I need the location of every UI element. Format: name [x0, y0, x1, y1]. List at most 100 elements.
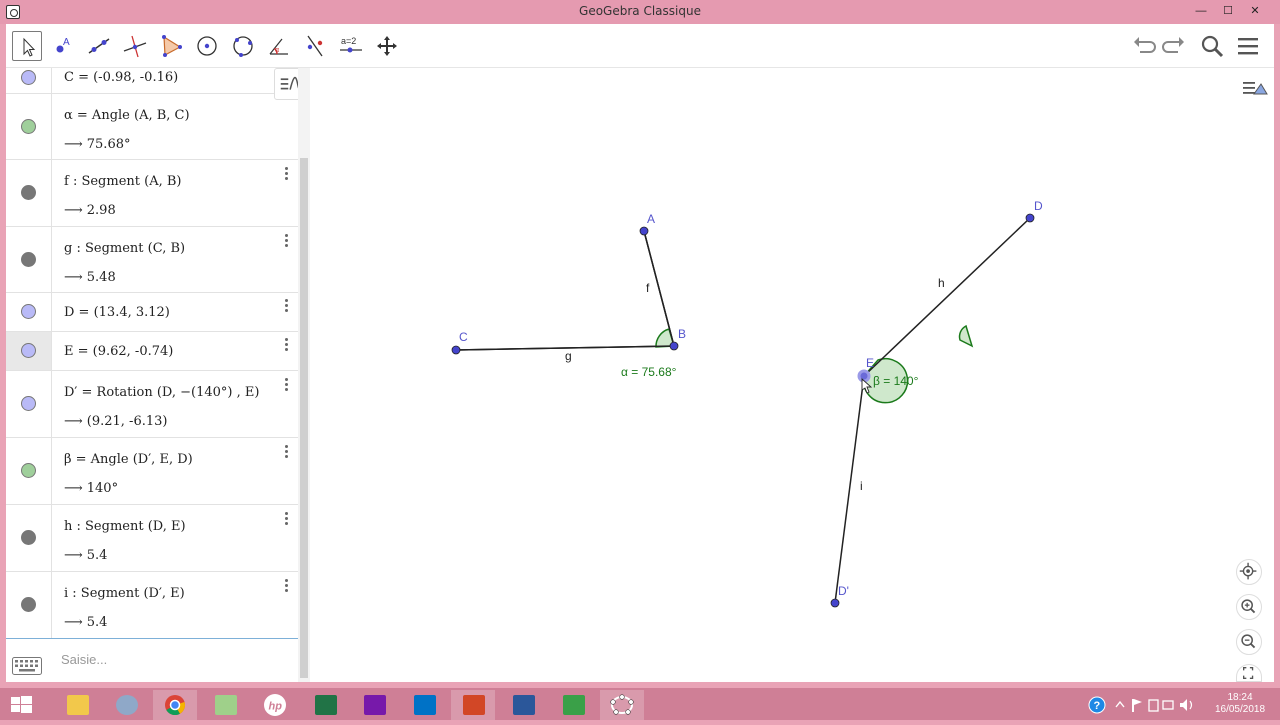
visibility-toggle[interactable]	[21, 304, 36, 319]
angle-alpha-arc	[958, 324, 974, 348]
move-graphics-tool-button[interactable]	[372, 31, 402, 61]
redo-button[interactable]	[1160, 32, 1188, 60]
visibility-toggle[interactable]	[21, 252, 36, 267]
graphics-view[interactable]: A B C f g α = 75.68° D E D' h i β = 140°	[316, 68, 1274, 682]
point-D[interactable]	[1025, 213, 1035, 223]
row-more-menu-icon[interactable]	[280, 233, 292, 249]
taskbar-chrome[interactable]	[153, 690, 197, 720]
zoom-out-icon	[1241, 634, 1256, 649]
geometry-canvas[interactable]: A B C f g α = 75.68° D E D' h i β = 140°	[316, 68, 1274, 682]
undo-button[interactable]	[1130, 32, 1158, 60]
zoom-out-button[interactable]	[1236, 629, 1262, 655]
svg-text:α: α	[275, 47, 279, 54]
excel-icon	[315, 695, 337, 715]
point-tool-button[interactable]: A	[48, 31, 78, 61]
row-more-menu-icon[interactable]	[280, 166, 292, 182]
algebra-row-C[interactable]: C = (-0.98, -0.16)	[6, 68, 298, 94]
start-button[interactable]	[0, 690, 44, 720]
visibility-toggle[interactable]	[21, 530, 36, 545]
taskbar-file-explorer[interactable]	[55, 690, 99, 720]
visibility-toggle[interactable]	[21, 463, 36, 478]
visibility-toggle[interactable]	[21, 185, 36, 200]
visibility-toggle[interactable]	[21, 597, 36, 612]
taskbar-hp[interactable]: hp	[253, 690, 297, 720]
algebra-input-bar[interactable]: Saisie...	[6, 638, 298, 682]
system-tray-icons[interactable]	[1112, 690, 1206, 720]
segment-h[interactable]	[863, 217, 1031, 377]
search-button[interactable]	[1198, 32, 1226, 60]
line-icon	[88, 38, 110, 54]
move-tool-button[interactable]	[12, 31, 42, 61]
label-D: D	[1034, 199, 1043, 213]
fullscreen-button[interactable]	[1236, 664, 1262, 682]
angle-tool-button[interactable]: α	[264, 31, 294, 61]
algebra-row-i[interactable]: i : Segment (D′, E) ⟶ 5.4	[6, 572, 298, 638]
algebra-row-f[interactable]: f : Segment (A, B) ⟶ 2.98	[6, 160, 298, 227]
taskbar-outlook[interactable]	[402, 690, 446, 720]
algebra-definition: E = (9.62, -0.74)	[64, 344, 174, 359]
visibility-column	[6, 227, 52, 292]
visibility-column	[6, 94, 52, 159]
row-more-menu-icon[interactable]	[280, 377, 292, 393]
point-A[interactable]	[639, 226, 649, 236]
algebra-value: ⟶ 5.4	[64, 548, 108, 563]
algebra-definition: f : Segment (A, B)	[64, 174, 182, 189]
algebra-value: ⟶ 2.98	[64, 203, 116, 218]
zoom-in-button[interactable]	[1236, 594, 1262, 620]
algebra-row-D[interactable]: D = (13.4, 3.12)	[6, 293, 298, 332]
maximize-button[interactable]: ☐	[1217, 2, 1239, 20]
style-bar-icon	[1243, 82, 1268, 95]
point-E[interactable]	[857, 369, 871, 383]
point-Dprime[interactable]	[830, 598, 840, 608]
visibility-toggle[interactable]	[21, 119, 36, 134]
perpendicular-tool-button[interactable]	[120, 31, 150, 61]
taskbar-powerpoint[interactable]	[451, 690, 495, 720]
algebra-row-E[interactable]: E = (9.62, -0.74)	[6, 332, 298, 371]
taskbar-clock[interactable]: 18:24 16/05/2018	[1205, 692, 1275, 716]
row-more-menu-icon[interactable]	[280, 444, 292, 460]
graphics-style-bar-toggle[interactable]	[1240, 74, 1270, 102]
algebra-row-Dprime[interactable]: D′ = Rotation (D, −(140°) , E) ⟶ (9.21, …	[6, 371, 298, 438]
label-beta: β = 140°	[873, 374, 919, 388]
algebra-row-alpha[interactable]: α = Angle (A, B, C) ⟶ 75.68°	[6, 94, 298, 160]
main-menu-button[interactable]	[1234, 32, 1262, 60]
input-placeholder[interactable]: Saisie...	[61, 652, 107, 667]
taskbar-app-2[interactable]	[104, 690, 148, 720]
maps-icon	[215, 695, 237, 715]
taskbar-geogebra[interactable]	[600, 690, 644, 720]
minimize-button[interactable]: —	[1190, 2, 1212, 20]
taskbar-onenote[interactable]	[352, 690, 396, 720]
algebra-scrollbar[interactable]	[298, 68, 310, 682]
algebra-row-h[interactable]: h : Segment (D, E) ⟶ 5.4	[6, 505, 298, 572]
scrollbar-thumb[interactable]	[300, 158, 308, 678]
visibility-column	[6, 438, 52, 504]
algebra-row-beta[interactable]: β = Angle (D′, E, D) ⟶ 140°	[6, 438, 298, 505]
point-C[interactable]	[451, 345, 461, 355]
line-tool-button[interactable]	[84, 31, 114, 61]
keyboard-icon[interactable]	[12, 657, 42, 675]
polygon-tool-button[interactable]	[156, 31, 186, 61]
visibility-toggle[interactable]	[21, 70, 36, 85]
row-more-menu-icon[interactable]	[280, 337, 292, 353]
slider-tool-button[interactable]: a=2	[336, 31, 366, 61]
point-B[interactable]	[669, 341, 679, 351]
taskbar-word[interactable]	[501, 690, 545, 720]
svg-text:?: ?	[1094, 700, 1101, 712]
help-tray-icon[interactable]: ?	[1086, 690, 1108, 720]
onenote-icon	[364, 695, 386, 715]
circle-tool-button[interactable]	[192, 31, 222, 61]
visibility-toggle[interactable]	[21, 343, 36, 358]
row-more-menu-icon[interactable]	[280, 578, 292, 594]
reflect-tool-button[interactable]	[300, 31, 330, 61]
taskbar-maps[interactable]	[203, 690, 247, 720]
row-more-menu-icon[interactable]	[280, 298, 292, 314]
circle-three-points-tool-button[interactable]	[228, 31, 258, 61]
row-more-menu-icon[interactable]	[280, 511, 292, 527]
algebra-definition: h : Segment (D, E)	[64, 519, 186, 534]
taskbar-calculator[interactable]	[551, 690, 595, 720]
taskbar-excel[interactable]	[303, 690, 347, 720]
algebra-row-g[interactable]: g : Segment (C, B) ⟶ 5.48	[6, 227, 298, 293]
close-button[interactable]: ✕	[1244, 2, 1266, 20]
standard-view-button[interactable]	[1236, 559, 1262, 585]
visibility-toggle[interactable]	[21, 396, 36, 411]
